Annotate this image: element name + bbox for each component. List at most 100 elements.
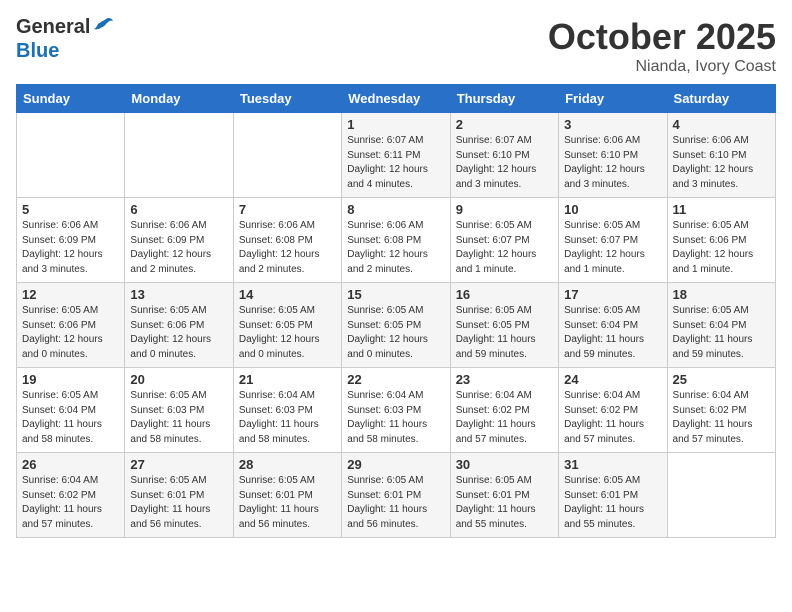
calendar-week-row: 1 Sunrise: 6:07 AM Sunset: 6:11 PM Daylig… bbox=[17, 113, 776, 198]
calendar-cell: 17 Sunrise: 6:05 AM Sunset: 6:04 PM Dayli… bbox=[559, 283, 667, 368]
calendar-cell: 29Sunrise: 6:05 AM Sunset: 6:01 PM Dayli… bbox=[342, 453, 450, 538]
day-info: Sunrise: 6:05 AM Sunset: 6:01 PM Dayligh… bbox=[456, 474, 553, 532]
day-info: Sunrise: 6:06 AM Sunset: 6:10 PM Dayligh… bbox=[673, 134, 770, 192]
calendar-cell: 21 Sunrise: 6:04 AM Sunset: 6:03 PM Dayli… bbox=[233, 368, 341, 453]
day-info: Sunrise: 6:04 AM Sunset: 6:02 PM Dayligh… bbox=[673, 389, 770, 447]
day-number: 8 bbox=[347, 202, 444, 217]
month-title: October 2025 bbox=[548, 16, 776, 58]
day-number: 5 bbox=[22, 202, 119, 217]
calendar-cell: 26Sunrise: 6:04 AM Sunset: 6:02 PM Dayli… bbox=[17, 453, 125, 538]
day-info: Sunrise: 6:05 AM Sunset: 6:07 PM Dayligh… bbox=[564, 219, 661, 277]
day-number: 14 bbox=[239, 287, 336, 302]
calendar-cell: 14 Sunrise: 6:05 AM Sunset: 6:05 PM Dayli… bbox=[233, 283, 341, 368]
day-number: 12 bbox=[22, 287, 119, 302]
day-number: 9 bbox=[456, 202, 553, 217]
day-info: Sunrise: 6:06 AM Sunset: 6:09 PM Dayligh… bbox=[22, 219, 119, 277]
day-info: Sunrise: 6:05 AM Sunset: 6:05 PM Dayligh… bbox=[239, 304, 336, 362]
logo-blue-text: Blue bbox=[16, 40, 114, 63]
day-number: 15 bbox=[347, 287, 444, 302]
title-block: October 2025 Nianda, Ivory Coast bbox=[548, 16, 776, 76]
calendar-week-row: 12 Sunrise: 6:05 AM Sunset: 6:06 PM Dayli… bbox=[17, 283, 776, 368]
day-number: 10 bbox=[564, 202, 661, 217]
day-info: Sunrise: 6:07 AM Sunset: 6:11 PM Dayligh… bbox=[347, 134, 444, 192]
day-info: Sunrise: 6:04 AM Sunset: 6:03 PM Dayligh… bbox=[239, 389, 336, 447]
weekday-header-tuesday: Tuesday bbox=[233, 85, 341, 113]
calendar-cell: 25Sunrise: 6:04 AM Sunset: 6:02 PM Dayli… bbox=[667, 368, 775, 453]
day-info: Sunrise: 6:05 AM Sunset: 6:04 PM Dayligh… bbox=[673, 304, 770, 362]
day-info: Sunrise: 6:05 AM Sunset: 6:05 PM Dayligh… bbox=[347, 304, 444, 362]
day-info: Sunrise: 6:05 AM Sunset: 6:07 PM Dayligh… bbox=[456, 219, 553, 277]
day-info: Sunrise: 6:06 AM Sunset: 6:08 PM Dayligh… bbox=[239, 219, 336, 277]
day-number: 1 bbox=[347, 117, 444, 132]
day-number: 20 bbox=[130, 372, 227, 387]
calendar-cell: 5 Sunrise: 6:06 AM Sunset: 6:09 PM Daylig… bbox=[17, 198, 125, 283]
day-info: Sunrise: 6:05 AM Sunset: 6:06 PM Dayligh… bbox=[22, 304, 119, 362]
day-number: 2 bbox=[456, 117, 553, 132]
day-number: 21 bbox=[239, 372, 336, 387]
logo: General Blue bbox=[16, 16, 114, 63]
calendar-cell: 3Sunrise: 6:06 AM Sunset: 6:10 PM Daylig… bbox=[559, 113, 667, 198]
day-info: Sunrise: 6:06 AM Sunset: 6:09 PM Dayligh… bbox=[130, 219, 227, 277]
day-info: Sunrise: 6:04 AM Sunset: 6:02 PM Dayligh… bbox=[564, 389, 661, 447]
day-number: 26 bbox=[22, 457, 119, 472]
day-info: Sunrise: 6:05 AM Sunset: 6:01 PM Dayligh… bbox=[239, 474, 336, 532]
day-number: 17 bbox=[564, 287, 661, 302]
day-number: 23 bbox=[456, 372, 553, 387]
calendar-cell: 15 Sunrise: 6:05 AM Sunset: 6:05 PM Dayli… bbox=[342, 283, 450, 368]
calendar-table: SundayMondayTuesdayWednesdayThursdayFrid… bbox=[16, 84, 776, 538]
weekday-header-row: SundayMondayTuesdayWednesdayThursdayFrid… bbox=[17, 85, 776, 113]
calendar-cell: 24 Sunrise: 6:04 AM Sunset: 6:02 PM Dayli… bbox=[559, 368, 667, 453]
day-number: 19 bbox=[22, 372, 119, 387]
calendar-cell: 28 Sunrise: 6:05 AM Sunset: 6:01 PM Dayli… bbox=[233, 453, 341, 538]
day-info: Sunrise: 6:07 AM Sunset: 6:10 PM Dayligh… bbox=[456, 134, 553, 192]
day-info: Sunrise: 6:06 AM Sunset: 6:08 PM Dayligh… bbox=[347, 219, 444, 277]
calendar-cell: 31 Sunrise: 6:05 AM Sunset: 6:01 PM Dayli… bbox=[559, 453, 667, 538]
day-number: 18 bbox=[673, 287, 770, 302]
page-header: General Blue October 2025 Nianda, Ivory … bbox=[16, 16, 776, 76]
calendar-cell bbox=[17, 113, 125, 198]
weekday-header-wednesday: Wednesday bbox=[342, 85, 450, 113]
calendar-week-row: 19Sunrise: 6:05 AM Sunset: 6:04 PM Dayli… bbox=[17, 368, 776, 453]
day-number: 24 bbox=[564, 372, 661, 387]
weekday-header-saturday: Saturday bbox=[667, 85, 775, 113]
day-number: 27 bbox=[130, 457, 227, 472]
logo-general-text: General bbox=[16, 16, 90, 38]
logo-bird-icon bbox=[92, 17, 114, 40]
day-info: Sunrise: 6:05 AM Sunset: 6:04 PM Dayligh… bbox=[564, 304, 661, 362]
day-info: Sunrise: 6:05 AM Sunset: 6:06 PM Dayligh… bbox=[673, 219, 770, 277]
day-info: Sunrise: 6:05 AM Sunset: 6:01 PM Dayligh… bbox=[347, 474, 444, 532]
day-info: Sunrise: 6:05 AM Sunset: 6:05 PM Dayligh… bbox=[456, 304, 553, 362]
calendar-cell: 4 Sunrise: 6:06 AM Sunset: 6:10 PM Daylig… bbox=[667, 113, 775, 198]
day-number: 22 bbox=[347, 372, 444, 387]
weekday-header-sunday: Sunday bbox=[17, 85, 125, 113]
calendar-cell: 12 Sunrise: 6:05 AM Sunset: 6:06 PM Dayli… bbox=[17, 283, 125, 368]
weekday-header-friday: Friday bbox=[559, 85, 667, 113]
day-number: 31 bbox=[564, 457, 661, 472]
calendar-cell: 20 Sunrise: 6:05 AM Sunset: 6:03 PM Dayli… bbox=[125, 368, 233, 453]
calendar-cell: 27Sunrise: 6:05 AM Sunset: 6:01 PM Dayli… bbox=[125, 453, 233, 538]
weekday-header-monday: Monday bbox=[125, 85, 233, 113]
calendar-cell: 22 Sunrise: 6:04 AM Sunset: 6:03 PM Dayli… bbox=[342, 368, 450, 453]
calendar-cell bbox=[233, 113, 341, 198]
calendar-cell: 30Sunrise: 6:05 AM Sunset: 6:01 PM Dayli… bbox=[450, 453, 558, 538]
calendar-cell: 16Sunrise: 6:05 AM Sunset: 6:05 PM Dayli… bbox=[450, 283, 558, 368]
calendar-cell: 6 Sunrise: 6:06 AM Sunset: 6:09 PM Daylig… bbox=[125, 198, 233, 283]
calendar-cell: 2 Sunrise: 6:07 AM Sunset: 6:10 PM Daylig… bbox=[450, 113, 558, 198]
calendar-cell: 10 Sunrise: 6:05 AM Sunset: 6:07 PM Dayli… bbox=[559, 198, 667, 283]
calendar-cell bbox=[667, 453, 775, 538]
calendar-cell: 1 Sunrise: 6:07 AM Sunset: 6:11 PM Daylig… bbox=[342, 113, 450, 198]
calendar-cell: 9 Sunrise: 6:05 AM Sunset: 6:07 PM Daylig… bbox=[450, 198, 558, 283]
calendar-week-row: 5 Sunrise: 6:06 AM Sunset: 6:09 PM Daylig… bbox=[17, 198, 776, 283]
day-info: Sunrise: 6:05 AM Sunset: 6:03 PM Dayligh… bbox=[130, 389, 227, 447]
day-number: 4 bbox=[673, 117, 770, 132]
calendar-cell: 18 Sunrise: 6:05 AM Sunset: 6:04 PM Dayli… bbox=[667, 283, 775, 368]
calendar-week-row: 26Sunrise: 6:04 AM Sunset: 6:02 PM Dayli… bbox=[17, 453, 776, 538]
day-number: 28 bbox=[239, 457, 336, 472]
day-number: 13 bbox=[130, 287, 227, 302]
day-number: 11 bbox=[673, 202, 770, 217]
day-info: Sunrise: 6:05 AM Sunset: 6:01 PM Dayligh… bbox=[564, 474, 661, 532]
calendar-cell bbox=[125, 113, 233, 198]
day-info: Sunrise: 6:04 AM Sunset: 6:03 PM Dayligh… bbox=[347, 389, 444, 447]
calendar-cell: 8 Sunrise: 6:06 AM Sunset: 6:08 PM Daylig… bbox=[342, 198, 450, 283]
day-number: 6 bbox=[130, 202, 227, 217]
